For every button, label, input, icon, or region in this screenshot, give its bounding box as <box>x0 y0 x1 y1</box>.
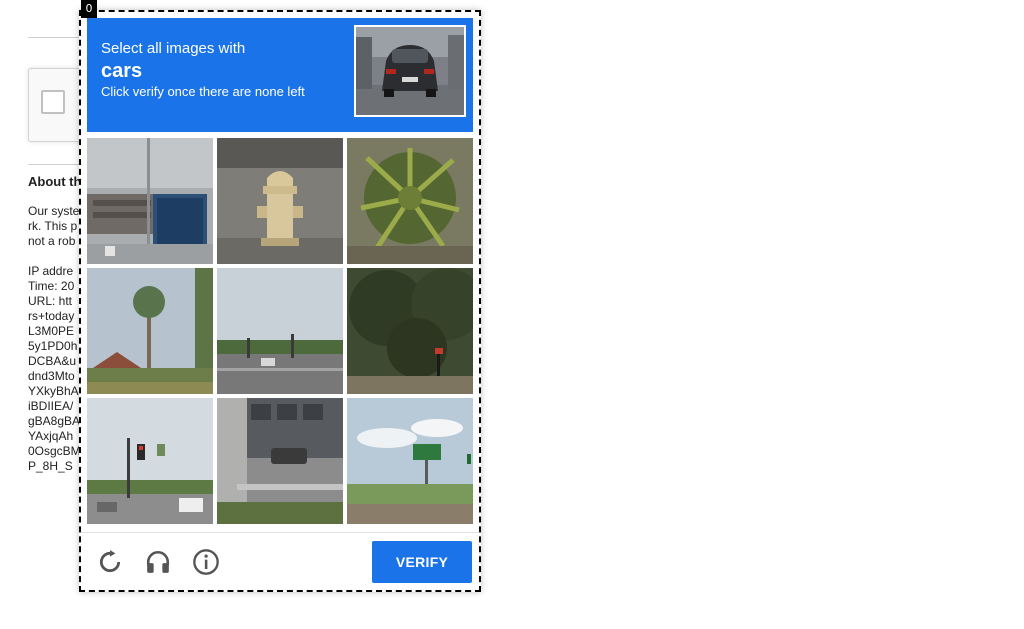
image-tile[interactable] <box>217 138 343 264</box>
image-grid <box>87 138 473 524</box>
about-heading: About th <box>28 174 82 189</box>
about-text-line: rk. This p <box>28 219 78 233</box>
about-text-line: dnd3Mto <box>28 369 75 383</box>
about-text-line: IP addre <box>28 264 74 278</box>
headphones-icon <box>145 549 171 580</box>
reload-button[interactable] <box>94 548 126 580</box>
about-text-line: YXkyBhA <box>28 384 79 398</box>
instruction-banner: Select all images with cars Click verify… <box>87 18 473 132</box>
captcha-challenge-frame: Select all images with cars Click verify… <box>79 10 481 592</box>
image-tile[interactable] <box>217 398 343 524</box>
help-button[interactable] <box>190 548 222 580</box>
about-text-line: 0OsgcBM <box>28 444 81 458</box>
image-tile[interactable] <box>87 398 213 524</box>
image-tile[interactable] <box>347 398 473 524</box>
about-text-line: iBDIIEA/ <box>28 399 74 413</box>
image-tile[interactable] <box>87 138 213 264</box>
recaptcha-checkbox[interactable] <box>41 90 65 114</box>
about-text-line: Our syste <box>28 204 80 218</box>
footer-divider <box>81 532 479 533</box>
about-text-line: rs+today <box>28 309 75 323</box>
image-tile[interactable] <box>87 268 213 394</box>
about-text-line: L3M0PE <box>28 324 75 338</box>
instruction-text: Select all images with <box>101 40 246 57</box>
reload-icon <box>97 549 123 580</box>
about-text-line: Time: 20 <box>28 279 75 293</box>
about-text-line: gBA8gBA <box>28 414 81 428</box>
audio-challenge-button[interactable] <box>142 548 174 580</box>
sample-car-image <box>354 25 466 117</box>
about-text-line: YAxjqAh <box>28 429 74 443</box>
image-tile[interactable] <box>217 268 343 394</box>
verify-button[interactable]: VERIFY <box>372 541 472 583</box>
instruction-subtext: Click verify once there are none left <box>101 84 305 99</box>
target-object-label: cars <box>101 60 143 82</box>
about-text-line: P_8H_S <box>28 459 73 473</box>
about-text-line: not a rob <box>28 234 76 248</box>
image-tile[interactable] <box>347 268 473 394</box>
info-icon <box>192 548 220 581</box>
about-text-line: 5y1PD0h <box>28 339 78 353</box>
about-text-line: DCBA&u <box>28 354 77 368</box>
frame-index-badge: 0 <box>81 0 97 18</box>
about-text-line: URL: htt <box>28 294 73 308</box>
image-tile[interactable] <box>347 138 473 264</box>
